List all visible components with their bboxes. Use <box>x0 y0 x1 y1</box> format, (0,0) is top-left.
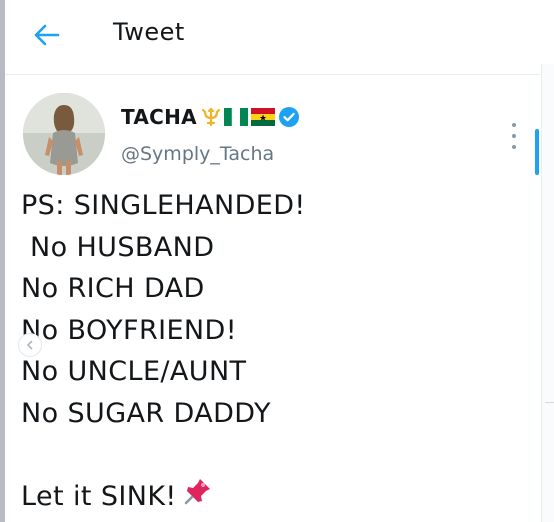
tweet-line <box>21 435 531 477</box>
verified-badge-icon <box>278 107 299 127</box>
ghana-flag-emoji <box>250 108 275 126</box>
tweet-card: TACHA @Symply_Tacha PS: SINGLEHANDED! No… <box>5 75 540 522</box>
tweet-line: Let it SINK! <box>21 481 177 513</box>
avatar[interactable] <box>23 93 105 175</box>
tweet-last-line: Let it SINK! <box>21 476 531 518</box>
more-dot <box>512 145 516 149</box>
page-title: Tweet <box>113 18 185 46</box>
carousel-prev-button[interactable] <box>18 333 42 357</box>
app-header: Tweet <box>5 0 540 75</box>
chevron-left-icon <box>26 340 33 350</box>
trident-emoji <box>201 107 221 127</box>
tweet-line: PS: SINGLEHANDED! <box>21 190 306 221</box>
arrow-left-icon <box>34 24 60 46</box>
back-button[interactable] <box>31 19 63 51</box>
tweet-line: No BOYFRIEND! <box>21 314 237 346</box>
author-row[interactable]: TACHA <box>121 105 300 129</box>
nigeria-flag-emoji <box>223 108 248 126</box>
tweet-line: No HUSBAND <box>21 231 215 263</box>
more-options-button[interactable] <box>505 123 523 149</box>
more-dot <box>512 123 516 127</box>
more-dot <box>512 134 516 138</box>
pushpin-icon <box>183 476 213 519</box>
tweet-line: No SUGAR DADDY <box>21 397 271 429</box>
divider <box>545 402 554 403</box>
tweet-line: No RICH DAD <box>21 273 205 305</box>
tweet-text: PS: SINGLEHANDED! No HUSBAND No RICH DAD… <box>21 185 531 518</box>
avatar-photo <box>23 93 105 175</box>
author-name[interactable]: TACHA <box>121 105 197 129</box>
scrollbar-track[interactable] <box>541 64 554 522</box>
author-handle[interactable]: @Symply_Tacha <box>121 143 274 165</box>
tweet-line: No UNCLE/AUNT <box>21 356 247 388</box>
